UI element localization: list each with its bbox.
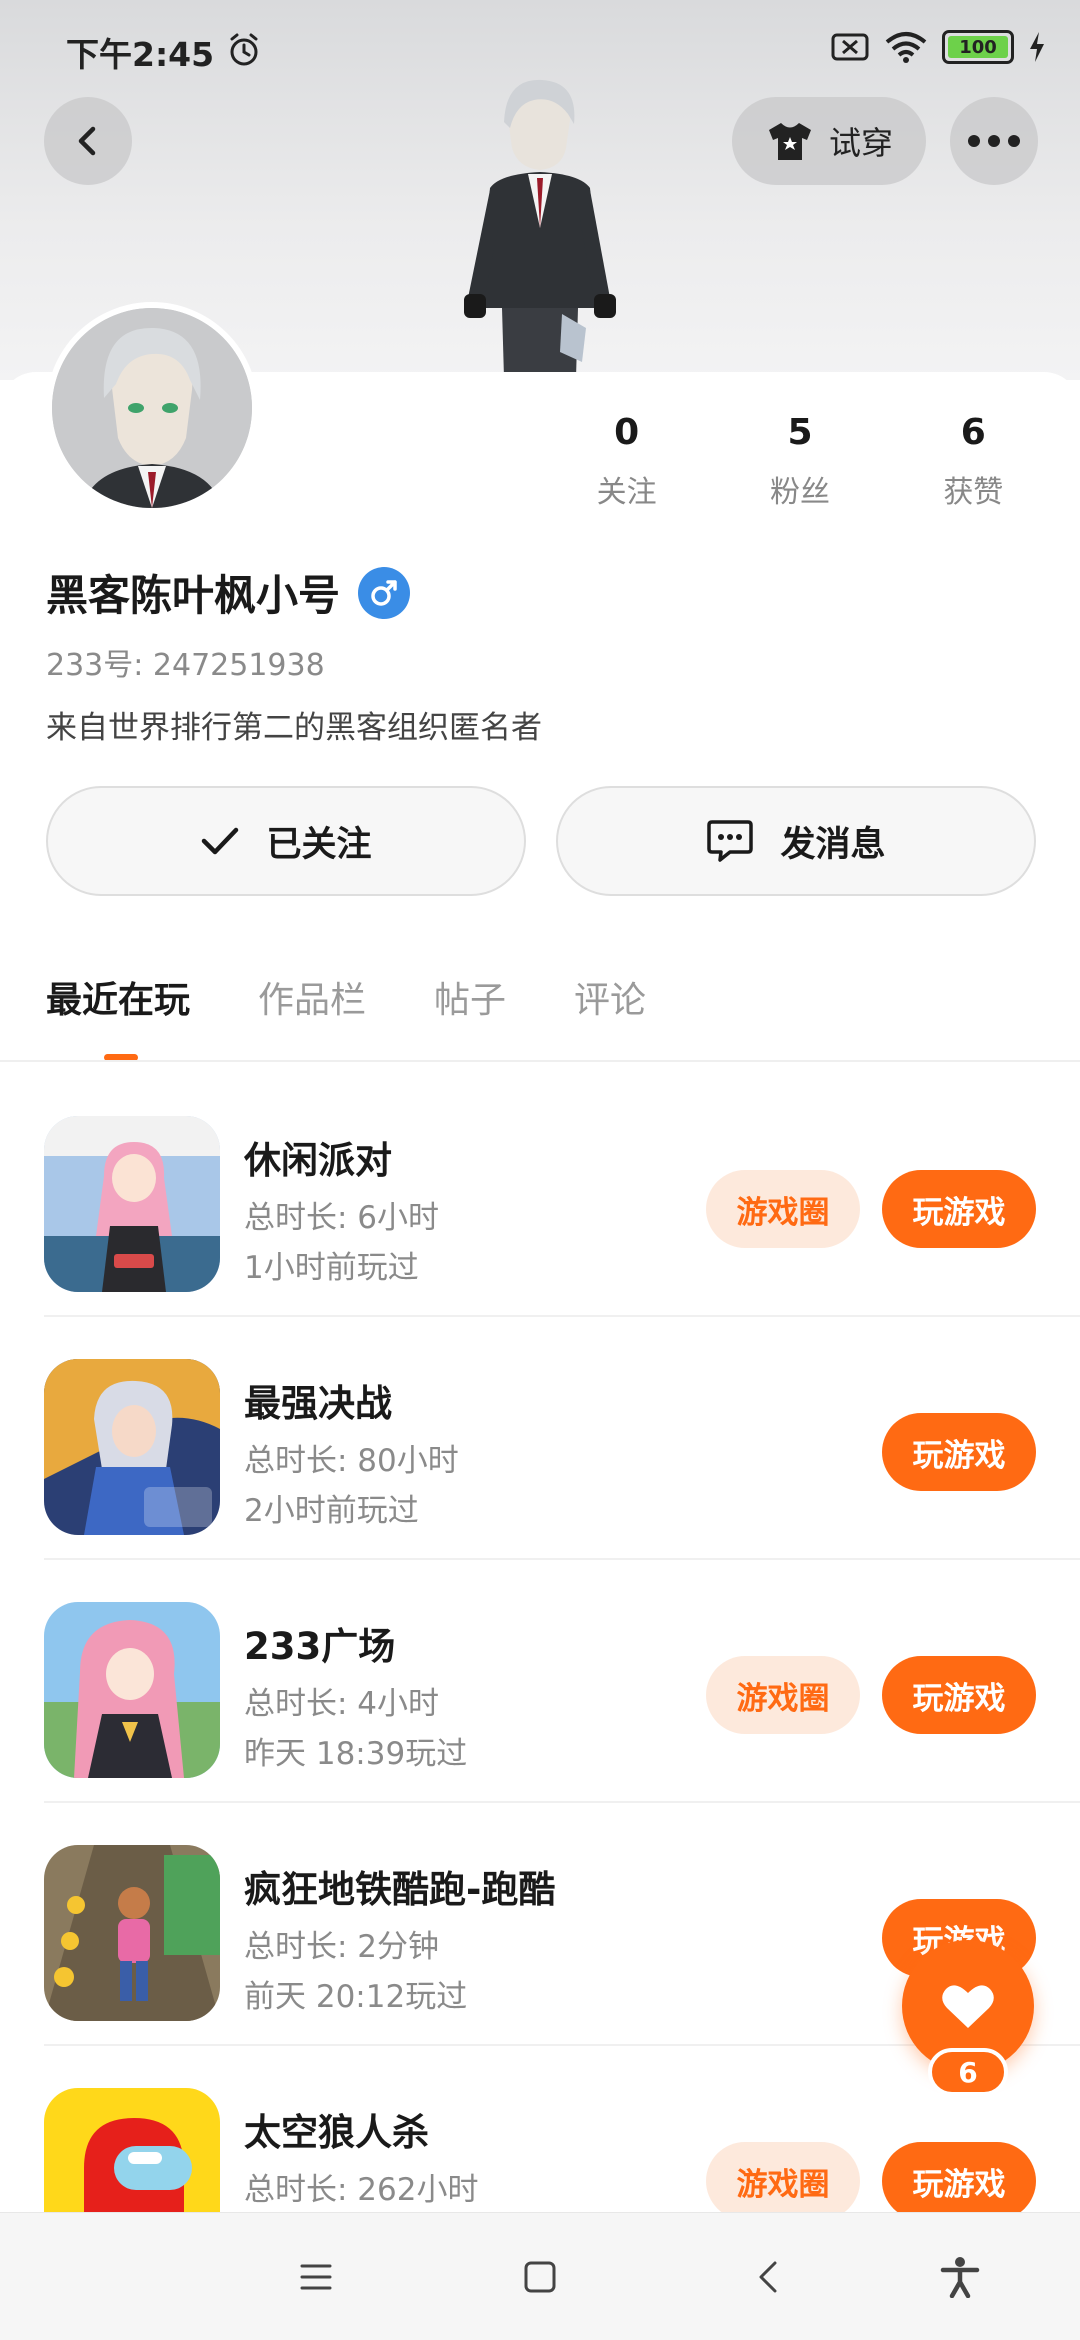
screen-cast-icon: [831, 33, 869, 61]
checkmark-icon: [202, 827, 239, 855]
heart-icon: [942, 1985, 994, 2028]
system-back-button[interactable]: [742, 2251, 794, 2303]
male-gender-icon: [358, 566, 411, 619]
like-count-badge: 6: [928, 2048, 1008, 2096]
profile-stats: 0 关注 5 粉丝 6 获赞: [540, 412, 1060, 511]
tab-posts[interactable]: 帖子: [434, 968, 506, 1060]
list-item[interactable]: 最强决战 总时长: 80小时 2小时前玩过 玩游戏: [0, 1317, 1080, 1560]
home-square-icon: [524, 2261, 556, 2293]
tshirt-icon: [768, 123, 811, 160]
tab-recently-played[interactable]: 最近在玩: [46, 968, 190, 1060]
likes-count: 6: [960, 412, 986, 453]
tabs-divider: [0, 1060, 1080, 1062]
system-navigation-bar: [0, 2212, 1080, 2340]
nickname: 黑客陈叶枫小号: [46, 571, 341, 620]
try-on-label: 试穿: [828, 124, 893, 162]
game-icon-233-plaza: [44, 1602, 220, 1778]
game-last-played: 2小时前玩过: [244, 1493, 419, 1529]
stat-likes[interactable]: 6 获赞: [887, 412, 1060, 511]
list-item[interactable]: 休闲派对 总时长: 6小时 1小时前玩过 游戏圈 玩游戏: [0, 1074, 1080, 1317]
more-dots-icon: [968, 135, 1020, 147]
game-duration: 总时长: 2分钟: [244, 1929, 440, 1965]
chat-bubble-icon: [707, 820, 754, 862]
game-circle-button[interactable]: 游戏圈: [706, 1656, 860, 1734]
play-game-button[interactable]: 玩游戏: [882, 2142, 1036, 2220]
list-item[interactable]: 233广场 总时长: 4小时 昨天 18:39玩过 游戏圈 玩游戏: [0, 1560, 1080, 1803]
game-duration: 总时长: 4小时: [244, 1686, 440, 1722]
following-count: 0: [614, 412, 640, 453]
game-name: 233广场: [244, 1625, 396, 1668]
battery-indicator: 100: [942, 30, 1014, 64]
chevron-left-icon: [78, 126, 96, 156]
game-name: 最强决战: [244, 1382, 392, 1425]
avatar-portrait-image: [52, 308, 252, 508]
following-label: 关注: [596, 475, 657, 510]
game-last-played: 前天 20:12玩过: [244, 1979, 468, 2015]
game-icon-casual-party: [44, 1116, 220, 1292]
play-game-button[interactable]: 玩游戏: [882, 1656, 1036, 1734]
status-icons: 100: [830, 30, 1046, 64]
user-bio: 来自世界排行第二的黑客组织匿名者: [46, 710, 542, 746]
charging-icon: [1030, 32, 1044, 62]
back-arrow-icon: [759, 2261, 777, 2293]
tab-comments[interactable]: 评论: [574, 968, 646, 1060]
accessibility-button[interactable]: [934, 2251, 986, 2303]
game-duration: 总时长: 262小时: [244, 2172, 479, 2208]
game-name: 太空狼人杀: [244, 2111, 429, 2154]
user-id: 233号: 247251938: [46, 648, 325, 683]
play-game-button[interactable]: 玩游戏: [882, 1413, 1036, 1491]
likes-label: 获赞: [943, 475, 1004, 510]
accessibility-icon: [940, 2257, 980, 2298]
send-message-label: 发消息: [780, 824, 886, 865]
tab-works[interactable]: 作品栏: [258, 968, 366, 1060]
followers-label: 粉丝: [769, 475, 830, 510]
send-message-button[interactable]: 发消息: [556, 786, 1036, 896]
game-icon-strongest-battle: [44, 1359, 220, 1535]
stat-followers[interactable]: 5 粉丝: [713, 412, 886, 511]
avatar[interactable]: [46, 302, 258, 514]
back-button[interactable]: [44, 97, 132, 185]
nickname-row: 黑客陈叶枫小号: [46, 562, 411, 623]
more-options-button[interactable]: [950, 97, 1038, 185]
game-icon-subway-surfers: [44, 1845, 220, 2021]
home-button[interactable]: [514, 2251, 566, 2303]
game-circle-button[interactable]: 游戏圈: [706, 1170, 860, 1248]
play-game-button[interactable]: 玩游戏: [882, 1170, 1036, 1248]
avatar-3d-figure: [464, 79, 616, 378]
stat-following[interactable]: 0 关注: [540, 412, 713, 511]
profile-tabs: 最近在玩 作品栏 帖子 评论: [0, 968, 1080, 1060]
wifi-icon: [885, 32, 927, 63]
followed-label: 已关注: [266, 824, 372, 865]
game-last-played: 1小时前玩过: [244, 1250, 419, 1286]
game-circle-button[interactable]: 游戏圈: [706, 2142, 860, 2220]
followed-button[interactable]: 已关注: [46, 786, 526, 896]
status-time: 下午2:45: [66, 35, 215, 74]
game-duration: 总时长: 6小时: [244, 1200, 440, 1236]
menu-button[interactable]: [290, 2251, 342, 2303]
menu-icon: [300, 2264, 332, 2290]
game-last-played: 昨天 18:39玩过: [244, 1736, 468, 1772]
alarm-icon: [230, 33, 258, 66]
followers-count: 5: [787, 412, 813, 453]
try-on-button[interactable]: 试穿: [732, 97, 926, 185]
game-name: 休闲派对: [244, 1139, 392, 1182]
battery-level: 100: [948, 36, 1008, 58]
game-duration: 总时长: 80小时: [244, 1443, 459, 1479]
game-name: 疯狂地铁酷跑-跑酷: [244, 1868, 556, 1911]
